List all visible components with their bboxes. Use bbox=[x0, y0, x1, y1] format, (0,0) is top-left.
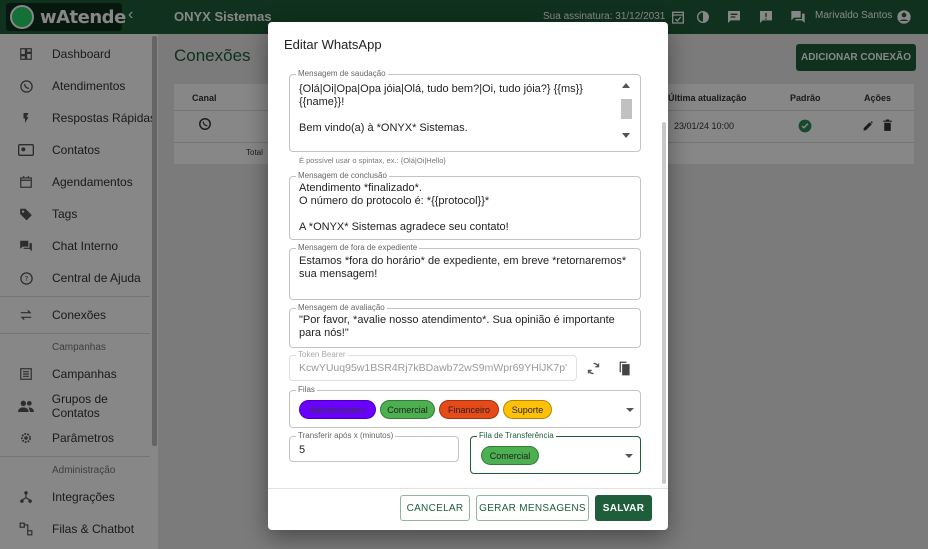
transfer-queue-select[interactable]: Fila de Transferência Comercial bbox=[470, 431, 641, 474]
copy-icon[interactable] bbox=[615, 359, 633, 377]
token-bearer-value: KcwYUuq95w1BSR4Rj7kBDawb72wS9mWpr69YHlJK… bbox=[299, 362, 568, 374]
rating-message-field[interactable]: Mensagem de avaliação "Por favor, *avali… bbox=[289, 303, 641, 348]
field-label: Token Bearer bbox=[296, 350, 348, 360]
field-label: Mensagem de avaliação bbox=[296, 303, 387, 313]
greeting-message-field[interactable]: Mensagem de saudação {Olá|Oi|Opa|Opa jói… bbox=[289, 69, 641, 152]
scroll-thumb[interactable] bbox=[621, 99, 632, 119]
scroll-up-arrow-icon[interactable] bbox=[622, 83, 630, 88]
field-label: Fila de Transferência bbox=[477, 431, 556, 441]
dialog-title: Editar WhatsApp bbox=[284, 37, 382, 52]
dialog-actions: CANCELAR GERAR MENSAGENS SALVAR bbox=[268, 488, 668, 530]
greeting-helper-text: É possível usar o spintax, ex.: {Olá|Oi|… bbox=[299, 156, 446, 165]
chevron-down-icon[interactable] bbox=[625, 454, 633, 458]
save-button[interactable]: SALVAR bbox=[595, 495, 652, 521]
greeting-message-text: {Olá|Oi|Opa|Opa jóia|Olá, tudo bem?|Oi, … bbox=[299, 83, 583, 134]
rating-message-text: "Por favor, *avalie nosso atendimento*. … bbox=[299, 314, 615, 339]
out-of-hours-message-text: Estamos *fora do horário* de expediente,… bbox=[299, 255, 627, 280]
transfer-after-minutes-value: 5 bbox=[299, 444, 306, 456]
refresh-icon[interactable] bbox=[584, 359, 602, 377]
chevron-down-icon[interactable] bbox=[626, 408, 634, 412]
queue-chip-administrativo[interactable]: Administrativo bbox=[299, 400, 376, 419]
queue-chip-financeiro[interactable]: Financeiro bbox=[439, 400, 499, 419]
app-root: wAtende ‹ Dashboard Atendimentos Respost… bbox=[0, 0, 928, 549]
out-of-hours-message-field[interactable]: Mensagem de fora de expediente Estamos *… bbox=[289, 243, 641, 300]
token-bearer-field[interactable]: Token Bearer KcwYUuq95w1BSR4Rj7kBDawb72w… bbox=[289, 350, 577, 381]
field-label: Mensagem de conclusão bbox=[296, 171, 389, 181]
queue-chip-comercial[interactable]: Comercial bbox=[380, 400, 435, 419]
completion-message-text: Atendimento *finalizado*. O número do pr… bbox=[299, 182, 509, 233]
generate-messages-button[interactable]: GERAR MENSAGENS bbox=[476, 495, 589, 521]
field-label: Transferir após x (minutos) bbox=[296, 431, 396, 441]
edit-whatsapp-dialog: Editar WhatsApp Mensagem de saudação {Ol… bbox=[268, 22, 668, 530]
queues-select[interactable]: Filas Administrativo Comercial Financeir… bbox=[289, 385, 641, 428]
transfer-after-minutes-field[interactable]: Transferir após x (minutos) 5 bbox=[289, 431, 459, 462]
queue-chip-suporte[interactable]: Suporte bbox=[503, 400, 552, 419]
field-label: Mensagem de saudação bbox=[296, 69, 388, 79]
scroll-down-arrow-icon[interactable] bbox=[622, 133, 630, 138]
field-label: Mensagem de fora de expediente bbox=[296, 243, 420, 253]
completion-message-field[interactable]: Mensagem de conclusão Atendimento *final… bbox=[289, 171, 641, 240]
textarea-scrollbar[interactable] bbox=[620, 81, 632, 143]
field-label: Filas bbox=[296, 385, 317, 395]
transfer-queue-chip[interactable]: Comercial bbox=[481, 446, 539, 465]
cancel-button[interactable]: CANCELAR bbox=[400, 495, 470, 521]
dialog-scrollbar[interactable] bbox=[662, 122, 666, 484]
